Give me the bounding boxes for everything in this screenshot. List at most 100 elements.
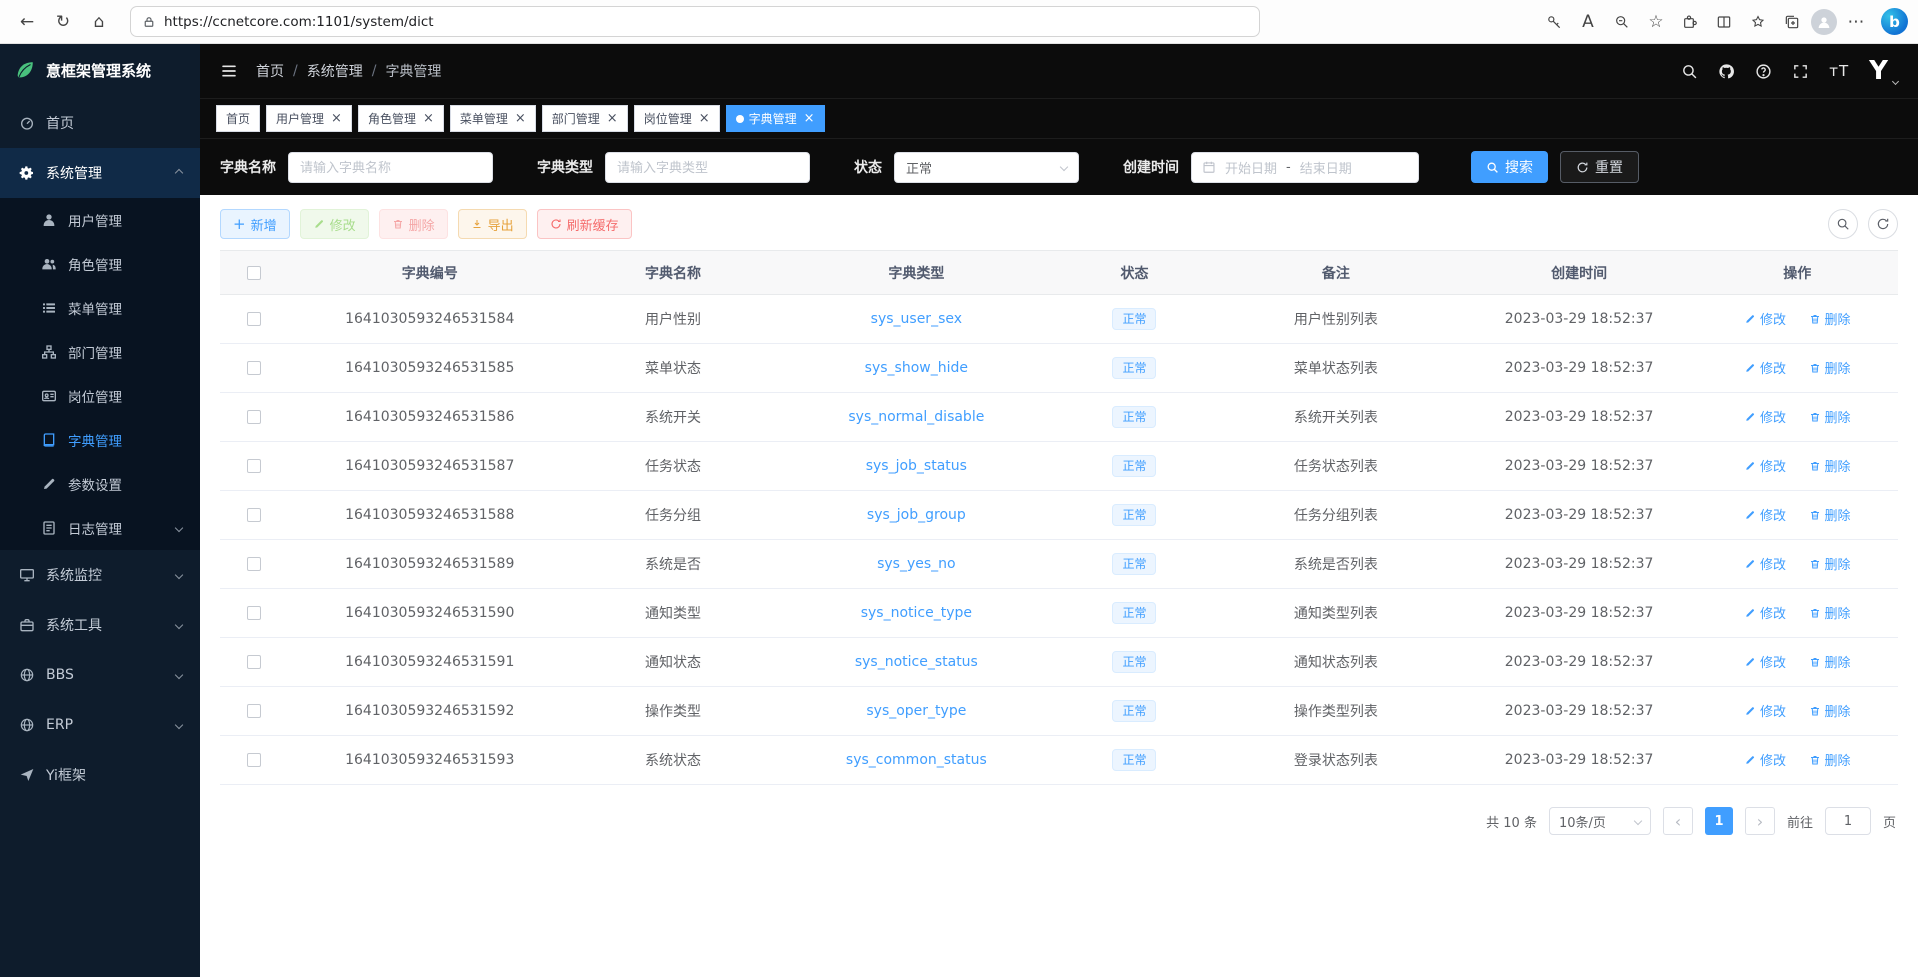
- tab[interactable]: 部门管理 ×: [542, 105, 628, 132]
- row-delete-link[interactable]: 删除: [1809, 456, 1851, 475]
- tab[interactable]: 首页: [216, 105, 260, 132]
- key-icon[interactable]: [1539, 6, 1569, 38]
- row-checkbox[interactable]: [247, 459, 261, 473]
- row-edit-link[interactable]: 修改: [1744, 456, 1786, 475]
- row-checkbox[interactable]: [247, 312, 261, 326]
- prev-page-button[interactable]: ‹: [1663, 807, 1693, 835]
- tab[interactable]: 用户管理 ×: [266, 105, 352, 132]
- refresh-table-button[interactable]: [1868, 209, 1898, 239]
- select-all-checkbox[interactable]: [247, 266, 261, 280]
- sidebar-item-system-management[interactable]: 系统管理: [0, 148, 200, 198]
- sidebar-item-parameter-settings[interactable]: 参数设置: [0, 462, 200, 506]
- home-icon[interactable]: ⌂: [82, 6, 116, 38]
- sidebar-item-bbs[interactable]: BBS: [0, 650, 200, 700]
- tab[interactable]: 菜单管理 ×: [450, 105, 536, 132]
- sidebar-item-role-management[interactable]: 角色管理: [0, 242, 200, 286]
- row-checkbox[interactable]: [247, 361, 261, 375]
- row-edit-link[interactable]: 修改: [1744, 554, 1786, 573]
- row-checkbox[interactable]: [247, 753, 261, 767]
- sidebar-item-menu-management[interactable]: 菜单管理: [0, 286, 200, 330]
- breadcrumb-item-home[interactable]: 首页: [256, 61, 284, 81]
- sidebar-item-dict-management[interactable]: 字典管理: [0, 418, 200, 462]
- row-delete-link[interactable]: 删除: [1809, 603, 1851, 622]
- tab[interactable]: 字典管理 ×: [726, 105, 825, 132]
- sidebar-item-log-management[interactable]: 日志管理: [0, 506, 200, 550]
- refresh-icon[interactable]: ↻: [46, 6, 80, 38]
- sidebar-item-post-management[interactable]: 岗位管理: [0, 374, 200, 418]
- sidebar-item-department-management[interactable]: 部门管理: [0, 330, 200, 374]
- zoom-out-icon[interactable]: [1607, 6, 1637, 38]
- row-delete-link[interactable]: 删除: [1809, 701, 1851, 720]
- toggle-search-button[interactable]: [1828, 209, 1858, 239]
- row-edit-link[interactable]: 修改: [1744, 309, 1786, 328]
- reset-button[interactable]: 重置: [1560, 151, 1639, 183]
- settings-more-icon[interactable]: ⋯: [1841, 6, 1871, 38]
- row-delete-link[interactable]: 删除: [1809, 554, 1851, 573]
- next-page-button[interactable]: ›: [1745, 807, 1775, 835]
- dict-type-link[interactable]: sys_job_status: [866, 458, 967, 474]
- row-checkbox[interactable]: [247, 508, 261, 522]
- sidebar-item-yi-framework[interactable]: Yi框架: [0, 750, 200, 800]
- collections-icon[interactable]: [1777, 6, 1807, 38]
- row-edit-link[interactable]: 修改: [1744, 358, 1786, 377]
- row-checkbox[interactable]: [247, 557, 261, 571]
- profile-avatar[interactable]: [1811, 9, 1837, 35]
- dict-name-input[interactable]: [288, 152, 493, 183]
- sidebar-item-system-tools[interactable]: 系统工具: [0, 600, 200, 650]
- row-delete-link[interactable]: 删除: [1809, 652, 1851, 671]
- tab-close-icon[interactable]: ×: [515, 112, 526, 125]
- bing-icon[interactable]: b: [1881, 8, 1908, 35]
- row-delete-link[interactable]: 删除: [1809, 358, 1851, 377]
- row-edit-link[interactable]: 修改: [1744, 407, 1786, 426]
- read-aloud-icon[interactable]: A: [1573, 6, 1603, 38]
- yi-logo[interactable]: Y: [1869, 58, 1898, 84]
- row-edit-link[interactable]: 修改: [1744, 750, 1786, 769]
- dict-type-link[interactable]: sys_job_group: [867, 507, 966, 523]
- row-edit-link[interactable]: 修改: [1744, 505, 1786, 524]
- row-checkbox[interactable]: [247, 410, 261, 424]
- back-icon[interactable]: ←: [10, 6, 44, 38]
- row-delete-link[interactable]: 删除: [1809, 505, 1851, 524]
- export-button[interactable]: 导出: [458, 209, 527, 239]
- row-checkbox[interactable]: [247, 606, 261, 620]
- date-range-picker[interactable]: 开始日期 - 结束日期: [1191, 152, 1419, 183]
- row-checkbox[interactable]: [247, 655, 261, 669]
- tab[interactable]: 角色管理 ×: [358, 105, 444, 132]
- dict-type-link[interactable]: sys_notice_status: [855, 654, 978, 670]
- delete-button[interactable]: 删除: [379, 209, 448, 239]
- tab-close-icon[interactable]: ×: [331, 112, 342, 125]
- header-search-icon[interactable]: [1681, 63, 1698, 80]
- dict-type-link[interactable]: sys_user_sex: [871, 311, 962, 327]
- tab[interactable]: 岗位管理 ×: [634, 105, 720, 132]
- help-icon[interactable]: [1755, 63, 1772, 80]
- page-size-select[interactable]: 10条/页: [1549, 807, 1651, 835]
- row-edit-link[interactable]: 修改: [1744, 652, 1786, 671]
- tab-close-icon[interactable]: ×: [607, 112, 618, 125]
- fullscreen-icon[interactable]: [1792, 63, 1809, 80]
- sidebar-item-erp[interactable]: ERP: [0, 700, 200, 750]
- add-favorite-icon[interactable]: ☆: [1641, 6, 1671, 38]
- tab-close-icon[interactable]: ×: [699, 112, 710, 125]
- dict-type-link[interactable]: sys_normal_disable: [848, 409, 984, 425]
- font-size-icon[interactable]: тT: [1829, 62, 1849, 80]
- sidebar-toggle-icon[interactable]: [220, 62, 238, 80]
- row-delete-link[interactable]: 删除: [1809, 407, 1851, 426]
- row-edit-link[interactable]: 修改: [1744, 701, 1786, 720]
- edit-button[interactable]: 修改: [300, 209, 369, 239]
- goto-page-input[interactable]: [1825, 807, 1871, 835]
- tab-close-icon[interactable]: ×: [423, 112, 434, 125]
- status-select[interactable]: 正常: [894, 152, 1079, 183]
- search-button[interactable]: 搜索: [1471, 151, 1548, 183]
- dict-type-link[interactable]: sys_oper_type: [866, 703, 966, 719]
- dict-type-link[interactable]: sys_common_status: [846, 752, 987, 768]
- sidebar-item-user-management[interactable]: 用户管理: [0, 198, 200, 242]
- dict-type-link[interactable]: sys_show_hide: [865, 360, 968, 376]
- dict-type-link[interactable]: sys_yes_no: [877, 556, 956, 572]
- sidebar-item-system-monitor[interactable]: 系统监控: [0, 550, 200, 600]
- github-icon[interactable]: [1718, 63, 1735, 80]
- row-edit-link[interactable]: 修改: [1744, 603, 1786, 622]
- dict-type-link[interactable]: sys_notice_type: [861, 605, 972, 621]
- extensions-icon[interactable]: [1675, 6, 1705, 38]
- refresh-cache-button[interactable]: 刷新缓存: [537, 209, 632, 239]
- favorites-bar-icon[interactable]: [1743, 6, 1773, 38]
